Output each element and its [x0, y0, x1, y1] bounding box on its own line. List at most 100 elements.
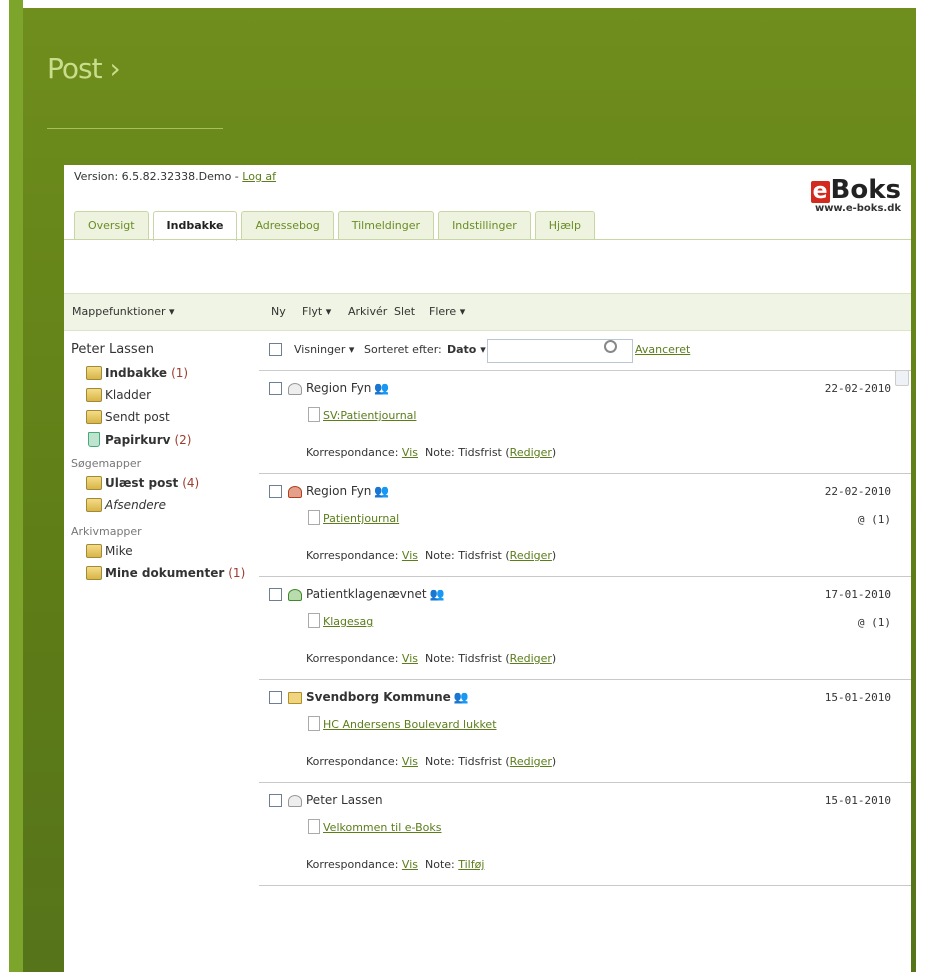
read-envelope-icon [288, 383, 302, 395]
document-icon [308, 819, 320, 834]
edit-note-link[interactable]: Rediger [510, 755, 552, 768]
view-correspondence-link[interactable]: Vis [402, 858, 418, 871]
sidebar-item-label: Indbakke [105, 366, 168, 380]
user-name: Peter Lassen [71, 342, 154, 357]
sidebar-item-afsendere[interactable]: Afsendere [86, 498, 166, 512]
sidebar-item-indbakke[interactable]: Indbakke (1) [86, 366, 188, 380]
message-checkbox[interactable] [269, 382, 282, 395]
sort-menu[interactable]: Dato ▾ [447, 343, 486, 356]
logo-url: www.e-boks.dk [814, 203, 901, 214]
scroll-up-button[interactable] [895, 370, 909, 386]
list-item[interactable]: Svendborg Kommune 👥 15-01-2010 HC Anderse… [259, 680, 911, 783]
list-item[interactable]: Region Fyn 👥 22-02-2010 @ (1) Patientjour… [259, 474, 911, 577]
document-icon [308, 510, 320, 525]
logout-link[interactable]: Log af [242, 170, 276, 183]
sidebar-item-label: Ulæst post [105, 476, 179, 490]
unread-count: (1) [171, 366, 189, 380]
search-folder-icon [86, 476, 102, 490]
message-checkbox[interactable] [269, 485, 282, 498]
sidebar-item-kladder[interactable]: Kladder [86, 388, 151, 402]
unread-count: (4) [182, 476, 200, 490]
message-date: 15-01-2010 [824, 794, 891, 807]
message-subject-link[interactable]: Patientjournal [323, 512, 399, 525]
view-correspondence-link[interactable]: Vis [402, 652, 418, 665]
logo-name: Boks [830, 175, 901, 205]
message-sender: Patientklagenævnet 👥 [306, 587, 445, 601]
edit-note-link[interactable]: Rediger [510, 652, 552, 665]
main-panel: Version: 6.5.82.32338.Demo - Log af e Bok… [64, 165, 911, 972]
frame-top-border [9, 0, 926, 8]
views-menu[interactable]: Visninger ▾ [294, 343, 354, 356]
correspondence-line: Korrespondance: Vis Note: Tilføj [306, 858, 485, 871]
trash-count: (2) [174, 432, 192, 447]
advanced-search-link[interactable]: Avanceret [635, 343, 690, 356]
tab-oversigt[interactable]: Oversigt [74, 211, 149, 240]
correspondence-line: Korrespondance: Vis Note: Tidsfrist (Red… [306, 755, 557, 768]
tab-indstillinger[interactable]: Indstillinger [438, 211, 531, 240]
forward-envelope-icon [288, 589, 302, 601]
sidebar-item-mine-dokumenter[interactable]: Mine dokumenter (1) [86, 566, 245, 580]
sent-folder-icon [86, 410, 102, 424]
document-icon [308, 613, 320, 628]
select-all-checkbox[interactable] [269, 343, 282, 356]
sidebar-item-sendt-post[interactable]: Sendt post [86, 410, 170, 424]
sidebar-item-papirkurv[interactable]: Papirkurv (2) [86, 432, 191, 447]
read-envelope-icon [288, 795, 302, 807]
tab-indbakke[interactable]: Indbakke [152, 211, 238, 241]
trash-icon [88, 432, 100, 447]
tab-adressebog[interactable]: Adressebog [241, 211, 334, 240]
tab-hjaelp[interactable]: Hjælp [534, 211, 595, 240]
move-menu[interactable]: Flyt ▾ [302, 305, 331, 318]
message-date: 22-02-2010 [824, 382, 891, 395]
message-checkbox[interactable] [269, 588, 282, 601]
sidebar-item-mike[interactable]: Mike [86, 544, 133, 558]
new-button[interactable]: Ny [271, 305, 286, 318]
search-icon[interactable] [604, 340, 617, 353]
folder-count: (1) [228, 566, 246, 580]
correspondence-line: Korrespondance: Vis Note: Tidsfrist (Red… [306, 446, 557, 459]
view-correspondence-link[interactable]: Vis [402, 755, 418, 768]
archive-button[interactable]: Arkivér [348, 305, 387, 318]
view-correspondence-link[interactable]: Vis [402, 446, 418, 459]
tab-tilmeldinger[interactable]: Tilmeldinger [337, 211, 435, 240]
search-folders-heading: Søgemapper [71, 457, 142, 470]
title-divider [47, 128, 223, 129]
version-text: Version: 6.5.82.32338.Demo - [74, 170, 243, 183]
sidebar-item-label: Mine dokumenter [105, 566, 225, 580]
priority-envelope-icon [288, 486, 302, 498]
message-sender: Region Fyn 👥 [306, 381, 390, 395]
sidebar-item-label: Papirkurv [105, 432, 171, 447]
message-sender: Svendborg Kommune 👥 [306, 690, 469, 704]
message-date: 22-02-2010 [824, 485, 891, 498]
message-subject-link[interactable]: Klagesag [323, 615, 373, 628]
page-title: Post › [47, 52, 121, 85]
edit-note-link[interactable]: Rediger [510, 549, 552, 562]
list-item[interactable]: Region Fyn 👥 22-02-2010 SV:Patientjournal… [259, 371, 911, 474]
message-subject-link[interactable]: SV:Patientjournal [323, 409, 416, 422]
message-subject-link[interactable]: Velkommen til e-Boks [323, 821, 442, 834]
add-note-link[interactable]: Tilføj [458, 858, 484, 871]
more-menu[interactable]: Flere ▾ [429, 305, 465, 318]
frame-left-border [9, 0, 23, 972]
unread-envelope-icon [288, 692, 302, 704]
version-line: Version: 6.5.82.32338.Demo - Log af [74, 170, 276, 183]
sidebar-item-label: Mike [105, 544, 133, 558]
message-subject-link[interactable]: HC Andersens Boulevard lukket [323, 718, 497, 731]
delete-button[interactable]: Slet [394, 305, 415, 318]
list-item[interactable]: Peter Lassen 15-01-2010 Velkommen til e-… [259, 783, 911, 886]
folder-functions-menu[interactable]: Mappefunktioner ▾ [72, 305, 175, 318]
toolbar: Mappefunktioner ▾ Ny Flyt ▾ Arkivér Slet… [64, 293, 911, 331]
edit-note-link[interactable]: Rediger [510, 446, 552, 459]
view-correspondence-link[interactable]: Vis [402, 549, 418, 562]
message-checkbox[interactable] [269, 691, 282, 704]
sidebar-item-ulaest-post[interactable]: Ulæst post (4) [86, 476, 199, 490]
attachment-count: @ (1) [857, 616, 891, 629]
tab-bar: Oversigt Indbakke Adressebog Tilmeldinge… [74, 211, 599, 241]
attachment-count: @ (1) [857, 513, 891, 526]
message-checkbox[interactable] [269, 794, 282, 807]
sidebar-item-label: Sendt post [105, 410, 170, 424]
message-sender: Peter Lassen [306, 793, 383, 807]
message-date: 15-01-2010 [824, 691, 891, 704]
list-item[interactable]: Patientklagenævnet 👥 17-01-2010 @ (1) Kla… [259, 577, 911, 680]
eboks-logo: e Boks www.e-boks.dk [810, 175, 901, 214]
